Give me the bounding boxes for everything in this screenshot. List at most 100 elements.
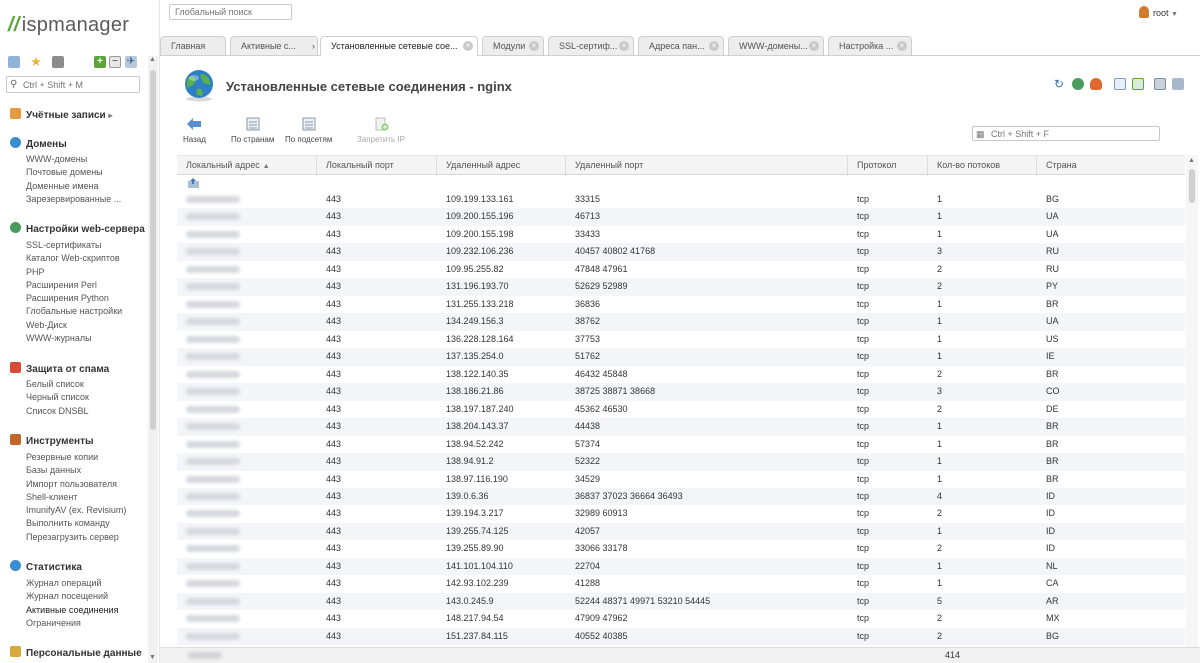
sidebar-search-input[interactable] (23, 78, 135, 91)
table-row[interactable]: 443 141.101.104.110 22704 tcp 1 NL (177, 557, 1185, 576)
print-icon[interactable] (1154, 78, 1166, 90)
table-row[interactable]: 443 134.249.156.3 38762 tcp 1 UA (177, 313, 1185, 331)
parent-level-row[interactable] (177, 175, 1185, 191)
sidebar-item[interactable]: Выполнить команду (26, 517, 126, 530)
export-icon[interactable] (1132, 78, 1144, 90)
table-row[interactable]: 443 139.194.3.217 32989 60913 tcp 2 ID (177, 505, 1185, 522)
close-icon[interactable]: × (529, 41, 539, 51)
table-search-input[interactable] (991, 128, 1151, 139)
table-row[interactable]: 443 142.93.102.239 41288 tcp 1 CA (177, 575, 1185, 592)
sidebar-item[interactable]: Список DNSBL (26, 405, 89, 418)
column-header-country[interactable]: Страна (1037, 156, 1185, 176)
logo[interactable]: //ispmanager (8, 14, 129, 37)
table-row[interactable]: 443 143.0.245.9 52244 48371 49971 53210 54… (177, 592, 1185, 611)
table-scrollbar[interactable]: ▲ (1186, 155, 1198, 647)
refresh-icon[interactable]: ↻ (1054, 78, 1066, 90)
by-countries-button[interactable]: По странам (231, 117, 274, 144)
collapse-all-icon[interactable]: − (109, 56, 121, 68)
table-row[interactable]: 443 138.204.143.37 44438 tcp 1 BR (177, 418, 1185, 436)
sidebar-item-active-connections[interactable]: Активные соединения (26, 604, 118, 617)
tab-home[interactable]: Главная (160, 36, 226, 55)
sidebar-section-statistics[interactable]: Статистика (10, 560, 82, 573)
tab-active-connections[interactable]: Активные с... › (230, 36, 318, 55)
sidebar-section-personal-data[interactable]: Персональные данные (10, 646, 142, 659)
sidebar-item[interactable]: Почтовые домены (26, 166, 121, 179)
column-header-local-address[interactable]: Локальный адрес ▲ (177, 156, 317, 176)
sidebar-item[interactable]: Shell-клиент (26, 491, 126, 504)
sidebar-section-spam[interactable]: Защита от спама (10, 362, 109, 375)
user-menu[interactable]: root ▼ (1139, 6, 1178, 18)
close-icon[interactable]: × (897, 41, 907, 51)
column-header-local-port[interactable]: Локальный порт (317, 156, 437, 176)
sidebar-item[interactable]: Зарезервированные ... (26, 193, 121, 206)
favorites-star-icon[interactable]: ★ (30, 55, 42, 68)
close-icon[interactable]: × (809, 41, 819, 51)
tab-established-connections[interactable]: Установленные сетевые сое... × (320, 36, 478, 56)
database-icon[interactable] (1090, 78, 1102, 90)
table-row[interactable]: 443 138.197.187.240 45362 46530 tcp 2 DE (177, 401, 1185, 418)
menu-view-icon[interactable] (8, 56, 20, 68)
briefcase-icon[interactable] (52, 56, 64, 68)
table-row[interactable]: 443 109.232.106.236 40457 40802 41768 tcp 3 R… (177, 243, 1185, 261)
sidebar-item[interactable]: PHP (26, 266, 122, 279)
scroll-thumb[interactable] (150, 70, 156, 430)
column-header-thread-count[interactable]: Кол-во потоков (928, 156, 1037, 176)
scroll-thumb[interactable] (1189, 169, 1195, 203)
sidebar-item[interactable]: Перезагрузить сервер (26, 531, 126, 544)
close-icon[interactable]: × (463, 41, 473, 51)
tab-modules[interactable]: Модули × (482, 36, 544, 55)
tab-panel-addresses[interactable]: Адреса пан... × (638, 36, 724, 55)
column-header-remote-port[interactable]: Удаленный порт (566, 156, 848, 176)
table-row[interactable]: 443 109.95.255.82 47848 47961 tcp 2 RU (177, 261, 1185, 278)
sidebar-item[interactable]: Расширения Perl (26, 279, 122, 292)
sidebar-item[interactable]: Резервные копии (26, 451, 126, 464)
table-row[interactable]: 443 138.186.21.86 38725 38871 38668 tcp 3 CO (177, 383, 1185, 401)
sidebar-item[interactable]: Web-Диск (26, 319, 122, 332)
sidebar-item[interactable]: Журнал операций (26, 577, 118, 590)
column-header-remote-address[interactable]: Удаленный адрес (437, 156, 566, 176)
sidebar-item[interactable]: SSL-сертификаты (26, 239, 122, 252)
table-row[interactable]: 443 139.255.89.90 33066 33178 tcp 2 ID (177, 540, 1185, 557)
table-row[interactable]: 443 131.255.133.218 36836 tcp 1 BR (177, 296, 1185, 313)
back-button[interactable]: Назад (183, 117, 206, 144)
sidebar-item[interactable]: Белый список (26, 378, 89, 391)
table-row[interactable]: 443 139.255.74.125 42057 tcp 1 ID (177, 522, 1185, 541)
close-icon[interactable]: × (619, 41, 629, 51)
table-row[interactable]: 443 109.200.155.196 46713 tcp 1 UA (177, 208, 1185, 226)
table-row[interactable]: 443 151.237.84.115 40552 40385 tcp 2 BG (177, 627, 1185, 646)
sidebar-item[interactable]: Доменные имена (26, 180, 121, 193)
scroll-down-icon[interactable]: ▼ (149, 654, 156, 661)
global-search-input[interactable] (170, 5, 291, 19)
close-icon[interactable]: × (709, 41, 719, 51)
sidebar-item[interactable]: Черный список (26, 391, 89, 404)
sidebar-scrollbar[interactable]: ▲ ▼ (148, 56, 158, 663)
table-row[interactable]: 443 148.217.94.54 47909 47962 tcp 2 MX (177, 610, 1185, 627)
sidebar-item[interactable]: WWW-домены (26, 153, 121, 166)
table-row[interactable]: 443 139.0.6.36 36837 37023 36664 36493 tcp 4… (177, 487, 1185, 506)
tab-www-domains[interactable]: WWW-домены... × (728, 36, 824, 55)
sidebar-item[interactable]: Импорт пользователя (26, 478, 126, 491)
sidebar-item[interactable]: Расширения Python (26, 292, 122, 305)
sidebar-item[interactable]: Глобальные настройки (26, 305, 122, 318)
table-row[interactable]: 443 109.199.133.161 33315 tcp 1 BG (177, 191, 1185, 208)
table-row[interactable]: 443 109.200.155.198 33433 tcp 1 UA (177, 226, 1185, 243)
sidebar-item[interactable]: Журнал посещений (26, 590, 118, 603)
document-icon[interactable] (1114, 78, 1126, 90)
sidebar-item[interactable]: Базы данных (26, 464, 126, 477)
table-row[interactable]: 443 138.97.116.190 34529 tcp 1 BR (177, 471, 1185, 488)
scroll-up-icon[interactable]: ▲ (149, 56, 156, 63)
ban-ip-button[interactable]: Запретить IP (357, 117, 405, 144)
sidebar-section-tools[interactable]: Инструменты (10, 434, 94, 447)
sidebar-item[interactable]: ImunifyAV (ex. Revisium) (26, 504, 126, 517)
sidebar-section-web-server[interactable]: Настройки web-сервера (10, 222, 145, 235)
tab-settings[interactable]: Настройка ... × (828, 36, 912, 55)
table-row[interactable]: 443 137.135.254.0 51762 tcp 1 IE (177, 348, 1185, 366)
sidebar-item[interactable]: WWW-журналы (26, 332, 122, 345)
table-row[interactable]: 443 131.196.193.70 52629 52989 tcp 2 PY (177, 278, 1185, 296)
settings-list-icon[interactable] (1172, 78, 1184, 90)
table-row[interactable]: 443 138.122.140.35 46432 45848 tcp 2 BR (177, 366, 1185, 383)
table-row[interactable]: 443 138.94.91.2 52322 tcp 1 BR (177, 453, 1185, 471)
sidebar-section-domains[interactable]: Домены (10, 137, 67, 150)
sidebar-item[interactable]: Каталог Web-скриптов (26, 252, 122, 265)
sidebar-section-accounts[interactable]: Учётные записи ▸ (10, 108, 113, 121)
